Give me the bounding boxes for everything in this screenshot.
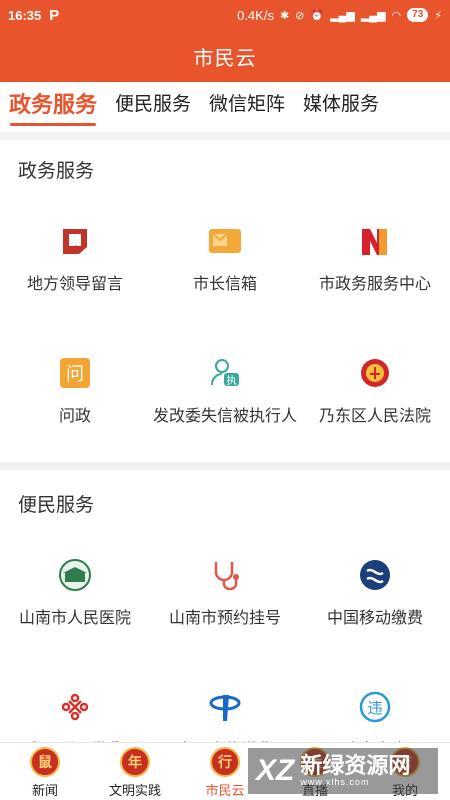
service-label: 市长信箱 [192, 276, 257, 293]
divider [0, 462, 450, 470]
service-label: 山南市人民医院 [18, 610, 131, 627]
china-unicom-icon [58, 690, 92, 724]
category-tabs: 政务服务 便民服务 微信矩阵 媒体服务 [0, 82, 450, 132]
leader-message-icon [58, 224, 92, 258]
section-title-convenience: 便民服务 [18, 495, 95, 516]
svg-text:违: 违 [367, 699, 382, 717]
network-speed: 0.4K/s [237, 7, 274, 23]
watermark-text: 新绿资源网 [300, 753, 411, 778]
service-label: 市政务服务中心 [318, 276, 431, 293]
page-title: 市民云 [193, 47, 257, 70]
status-bar: 16:35 P 0.4K/s ✱ ⊘ ⏰ ▂▄▆ ▂▄▆ ◠ 73 ⚡ [0, 0, 450, 30]
service-mayor-mailbox[interactable]: 市长信箱 [150, 224, 300, 294]
app-header: 市民云 [0, 30, 450, 82]
watermark-logo: XZ [256, 754, 295, 787]
tab-government-services[interactable]: 政务服务 [0, 82, 106, 132]
tab-media-services[interactable]: 媒体服务 [294, 82, 388, 132]
service-inquiry[interactable]: 问 问政 [0, 356, 150, 426]
battery-indicator: 73 [407, 8, 429, 22]
bluetooth-icon: ✱ [279, 9, 290, 22]
nav-news[interactable]: 鼠 新闻 [0, 743, 90, 800]
dishonest-person-icon: 执 [208, 356, 242, 390]
divider [0, 132, 450, 140]
service-leader-message[interactable]: 地方领导留言 [0, 224, 150, 294]
mute-icon: ⊘ [295, 9, 305, 22]
service-label: 乃东区人民法院 [318, 408, 431, 425]
service-label: 地方领导留言 [26, 276, 123, 293]
nav-label: 新闻 [31, 783, 58, 798]
site-watermark: XZ 新绿资源网 www.xlhs.com [248, 748, 438, 794]
service-label: 中国移动缴费 [326, 610, 423, 627]
china-mobile-icon [358, 558, 392, 592]
china-telecom-icon [208, 690, 242, 724]
service-label: 问政 [58, 408, 91, 425]
notification-app-icon: P [49, 6, 60, 24]
service-dishonest-persons[interactable]: 执 发改委失信被执行人 [150, 356, 300, 426]
wifi-icon: ◠ [391, 9, 402, 22]
charging-icon: ⚡ [434, 9, 442, 22]
section-title-government: 政务服务 [18, 161, 95, 182]
svg-text:问: 问 [66, 364, 84, 385]
watermark-url: www.xlhs.com [300, 777, 370, 787]
service-center[interactable]: 市政务服务中心 [300, 224, 450, 294]
service-label: 发改委失信被执行人 [152, 408, 297, 425]
service-appointment[interactable]: 山南市预约挂号 [150, 558, 300, 628]
svg-text:执: 执 [227, 374, 237, 387]
inquiry-icon: 问 [58, 356, 92, 390]
nav-label: 市民云 [205, 783, 245, 798]
stethoscope-icon [208, 558, 242, 592]
citizen-cloud-icon: 行 [210, 747, 240, 777]
service-label: 山南市预约挂号 [168, 610, 281, 627]
service-center-icon [358, 224, 392, 258]
news-icon: 鼠 [30, 747, 60, 777]
service-hospital[interactable]: 山南市人民医院 [0, 558, 150, 628]
mayor-mailbox-icon [208, 224, 242, 258]
status-time: 16:35 [8, 7, 42, 23]
hospital-icon [58, 558, 92, 592]
service-court[interactable]: 乃东区人民法院 [300, 356, 450, 426]
tab-convenience-services[interactable]: 便民服务 [106, 82, 200, 132]
violation-icon: 违 [358, 690, 392, 724]
alarm-icon: ⏰ [310, 9, 325, 22]
signal-icon-2: ▂▄▆ [360, 9, 386, 22]
tab-wechat-matrix[interactable]: 微信矩阵 [200, 82, 294, 132]
nav-label: 文明实践 [108, 783, 161, 798]
court-emblem-icon [358, 356, 392, 390]
civilization-practice-icon: 年 [120, 747, 150, 777]
signal-icon: ▂▄▆ [330, 9, 355, 22]
status-right: 0.4K/s ✱ ⊘ ⏰ ▂▄▆ ▂▄▆ ◠ 73 ⚡ [237, 8, 442, 23]
service-china-mobile[interactable]: 中国移动缴费 [300, 558, 450, 628]
nav-civilization-practice[interactable]: 年 文明实践 [90, 743, 180, 800]
